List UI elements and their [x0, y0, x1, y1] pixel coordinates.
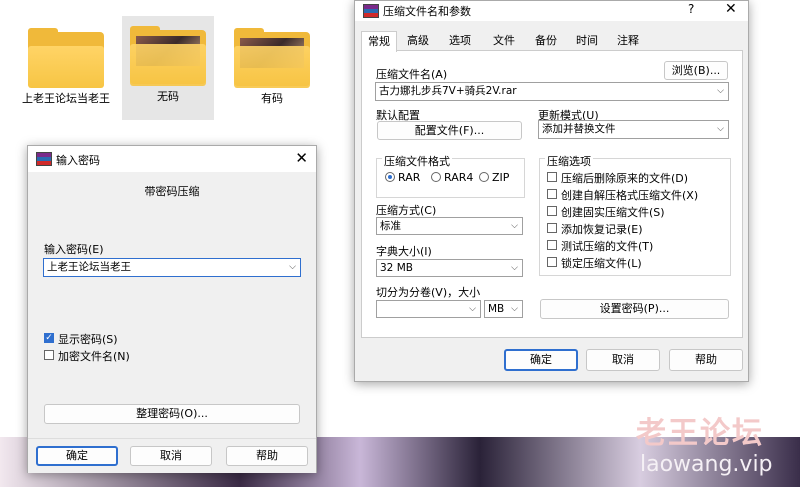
dialog-heading: 带密码压缩 [144, 185, 200, 198]
ok-button[interactable]: 确定 [504, 349, 578, 371]
winrar-icon [363, 4, 379, 18]
close-icon[interactable]: ✕ [295, 149, 308, 167]
tab-time[interactable]: 时间 [570, 31, 604, 51]
help-icon[interactable]: ? [688, 2, 694, 16]
option-label-recovery: 添加恢复记录(E) [561, 223, 643, 236]
set-password-button[interactable]: 设置密码(P)... [540, 299, 729, 319]
encrypt-names-checkbox[interactable] [44, 350, 54, 360]
format-rar4-label: RAR4 [444, 171, 474, 184]
help-button[interactable]: 帮助 [226, 446, 308, 466]
archive-dialog-title: 压缩文件名和参数 [383, 5, 471, 18]
update-mode-select[interactable]: 添加并替换文件 ⌵ [538, 120, 729, 139]
option-checkbox-sfx[interactable] [547, 189, 557, 199]
option-label-sfx: 创建自解压格式压缩文件(X) [561, 189, 699, 202]
archive-name-label: 压缩文件名(A) [376, 68, 448, 81]
options-label: 压缩选项 [545, 153, 593, 169]
chevron-down-icon[interactable]: ⌵ [469, 301, 476, 318]
close-icon[interactable]: ✕ [725, 1, 737, 17]
update-mode-value: 添加并替换文件 [542, 123, 616, 135]
password-label: 输入密码(E) [44, 243, 104, 256]
folder-item[interactable]: 上老王论坛当老王 [20, 18, 112, 118]
tab-comment[interactable]: 注释 [611, 31, 645, 51]
format-label: 压缩文件格式 [382, 153, 452, 169]
option-checkbox-delete[interactable] [547, 172, 557, 182]
folder-icon [28, 28, 104, 88]
password-input[interactable]: 上老王论坛当老王 ⌵ [43, 258, 301, 277]
folder-icon [234, 28, 310, 88]
cancel-button[interactable]: 取消 [586, 349, 660, 371]
chevron-down-icon[interactable]: ⌵ [289, 259, 296, 276]
option-checkbox-recovery[interactable] [547, 223, 557, 233]
profiles-button[interactable]: 配置文件(F)... [377, 121, 522, 140]
encrypt-names-label: 加密文件名(N) [58, 350, 130, 363]
archive-dialog-titlebar[interactable]: 压缩文件名和参数 ? ✕ [355, 1, 748, 21]
folder-name: 无码 [157, 90, 179, 103]
winrar-icon [36, 152, 52, 166]
chevron-down-icon: ⌵ [511, 221, 518, 231]
split-size-input[interactable]: ⌵ [376, 300, 481, 318]
method-label: 压缩方式(C) [376, 204, 437, 217]
method-value: 标准 [380, 220, 401, 232]
split-label: 切分为分卷(V)，大小 [376, 286, 481, 299]
dict-size-select[interactable]: 32 MB ⌵ [376, 259, 523, 277]
method-select[interactable]: 标准 ⌵ [376, 217, 523, 235]
format-radio-rar4[interactable] [431, 172, 441, 182]
split-unit-value: MB [488, 303, 505, 315]
chevron-down-icon: ⌵ [511, 304, 518, 314]
tab-backup[interactable]: 备份 [529, 31, 563, 51]
option-label-delete: 压缩后删除原来的文件(D) [561, 172, 689, 185]
archive-name-input[interactable]: 古力娜扎步兵7V+骑兵2V.rar ⌵ [375, 82, 729, 101]
folder-item-selected[interactable]: 无码 [122, 16, 214, 120]
folder-name: 有码 [261, 92, 283, 105]
archive-dialog: 压缩文件名和参数 ? ✕ 常规 高级 选项 文件 备份 时间 注释 压缩文件名(… [354, 0, 749, 382]
option-label-lock: 锁定压缩文件(L) [561, 257, 642, 270]
format-zip-label: ZIP [492, 171, 510, 184]
option-label-solid: 创建固实压缩文件(S) [561, 206, 665, 219]
tab-general[interactable]: 常规 [361, 31, 397, 52]
folder-name: 上老王论坛当老王 [22, 92, 110, 105]
show-password-checkbox[interactable]: ✓ [44, 333, 54, 343]
option-label-test: 测试压缩的文件(T) [561, 240, 654, 253]
password-value: 上老王论坛当老王 [47, 261, 131, 273]
show-password-label: 显示密码(S) [58, 333, 118, 346]
watermark-text: 老王论坛 [636, 416, 764, 451]
split-unit-select[interactable]: MB ⌵ [484, 300, 523, 318]
folder-icon [130, 26, 206, 86]
option-checkbox-solid[interactable] [547, 206, 557, 216]
dict-size-value: 32 MB [380, 262, 413, 274]
tab-files[interactable]: 文件 [487, 31, 521, 51]
folder-item[interactable]: 有码 [226, 18, 318, 118]
password-dialog: 输入密码 ✕ 带密码压缩 输入密码(E) 上老王论坛当老王 ⌵ ✓ 显示密码(S… [27, 145, 317, 473]
help-button[interactable]: 帮助 [669, 349, 743, 371]
dict-size-label: 字典大小(I) [376, 245, 432, 258]
browse-button[interactable]: 浏览(B)... [664, 61, 728, 80]
archive-name-value: 古力娜扎步兵7V+骑兵2V.rar [379, 85, 517, 97]
watermark-url: laowang.vip [640, 452, 773, 477]
chevron-down-icon: ⌵ [511, 263, 518, 273]
ok-button[interactable]: 确定 [36, 446, 118, 466]
password-dialog-titlebar[interactable]: 输入密码 ✕ [28, 146, 316, 172]
tab-advanced[interactable]: 高级 [401, 31, 435, 51]
option-checkbox-lock[interactable] [547, 257, 557, 267]
cancel-button[interactable]: 取消 [130, 446, 212, 466]
format-radio-zip[interactable] [479, 172, 489, 182]
password-dialog-title: 输入密码 [56, 154, 100, 167]
format-radio-rar[interactable] [385, 172, 395, 182]
tab-options[interactable]: 选项 [443, 31, 477, 51]
chevron-down-icon: ⌵ [717, 124, 724, 134]
organize-passwords-button[interactable]: 整理密码(O)... [44, 404, 300, 424]
chevron-down-icon[interactable]: ⌵ [717, 83, 724, 100]
option-checkbox-test[interactable] [547, 240, 557, 250]
format-rar-label: RAR [398, 171, 421, 184]
